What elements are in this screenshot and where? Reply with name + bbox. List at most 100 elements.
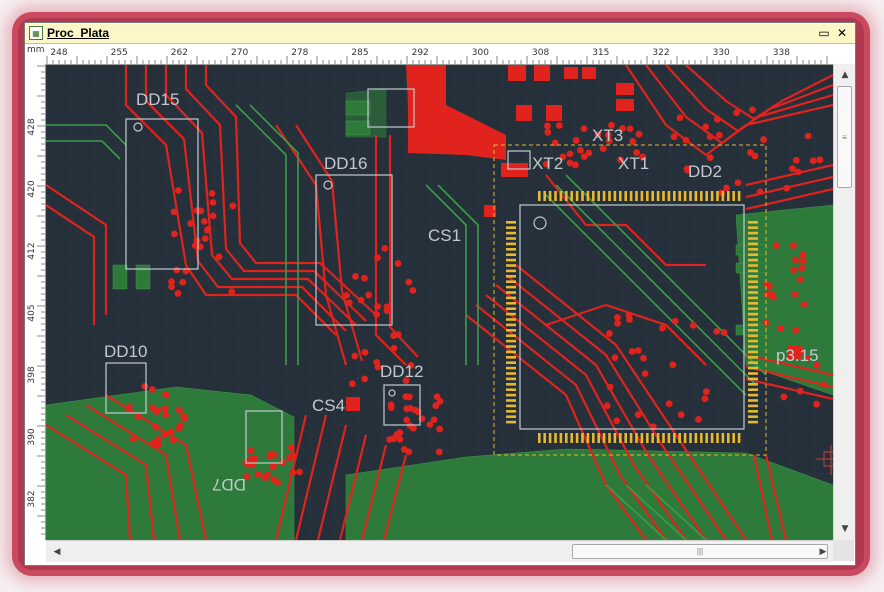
qfp-pad <box>748 323 758 327</box>
vertical-scroll-thumb[interactable]: ≡ <box>837 86 852 188</box>
qfp-pad <box>710 191 714 201</box>
ruler-left-label: 390 <box>27 428 37 445</box>
via <box>760 136 768 143</box>
qfp-pad <box>506 312 516 316</box>
qfp-pad <box>506 237 516 240</box>
via <box>625 311 633 319</box>
via <box>394 260 402 267</box>
pcb-canvas[interactable]: DD15 DD16 DD2 DD10 DD12 CS1 CS4 XT3 XT2 … <box>46 65 833 540</box>
via <box>606 330 613 337</box>
scroll-right-button[interactable]: ▶ <box>816 545 830 559</box>
via <box>365 291 373 299</box>
via <box>789 165 796 173</box>
qfp-pad <box>635 433 638 443</box>
via <box>289 469 297 477</box>
via <box>228 288 236 296</box>
qfp-pad <box>727 433 730 443</box>
qfp-pad <box>575 191 579 201</box>
qfp-pad <box>629 191 633 201</box>
qfp-pad <box>646 191 649 201</box>
via <box>279 458 287 466</box>
horizontal-scrollbar[interactable]: ◀ ||| ▶ <box>46 540 833 562</box>
qfp-pad <box>694 191 698 201</box>
scroll-up-button[interactable]: ▲ <box>838 68 852 82</box>
via <box>396 429 404 437</box>
via <box>665 400 673 408</box>
horizontal-scroll-thumb[interactable]: ||| <box>572 544 828 559</box>
qfp-pad <box>619 191 622 201</box>
ruler-left-label: 412 <box>27 242 37 259</box>
via <box>208 190 216 197</box>
qfp-pad <box>538 191 541 201</box>
via <box>396 435 404 443</box>
via <box>171 230 178 238</box>
via <box>170 208 178 216</box>
qfp-pad <box>689 433 692 443</box>
qfp-pad <box>619 433 622 443</box>
restore-button[interactable]: ▭ <box>817 26 831 40</box>
via <box>152 408 160 416</box>
via <box>606 383 614 391</box>
via <box>766 282 773 290</box>
via <box>405 448 413 456</box>
qfp-pad <box>727 191 730 201</box>
qfp-pad <box>748 275 758 278</box>
qfp-pad <box>748 415 758 418</box>
label-cs1: CS1 <box>428 226 461 245</box>
via <box>433 393 441 401</box>
left-ruler-ticks: 428 420 412 405 398 390 382 <box>27 65 45 535</box>
via <box>269 463 276 471</box>
qfp-pad <box>624 191 627 201</box>
title-bar[interactable]: ▦ Proc_Plata ▭ ✕ <box>25 23 855 44</box>
via <box>169 436 177 444</box>
qfp-pad <box>570 191 573 201</box>
via <box>796 387 804 395</box>
via <box>352 272 359 280</box>
via <box>150 441 158 448</box>
via <box>286 454 293 462</box>
via <box>435 448 443 456</box>
via <box>701 395 709 403</box>
qfp-pad <box>694 433 698 443</box>
scroll-down-button[interactable]: ▼ <box>838 522 852 536</box>
via <box>409 287 417 294</box>
via <box>174 290 182 297</box>
qfp-pad <box>748 366 758 370</box>
label-cs4: CS4 <box>312 396 345 415</box>
qfp-pad <box>506 366 516 370</box>
qfp-pad <box>581 433 584 443</box>
ruler-top-label: 338 <box>773 48 790 58</box>
scroll-left-button[interactable]: ◀ <box>50 545 64 559</box>
close-button[interactable]: ✕ <box>835 26 849 40</box>
via <box>799 251 807 259</box>
qfp-pad <box>748 237 758 240</box>
via <box>162 411 170 419</box>
qfp-pad <box>748 393 758 397</box>
ruler-top-label: 322 <box>652 48 669 58</box>
top-ruler-ticks: 248 255 262 270 278 285 292 300 308 315 322 330 338 <box>46 48 828 64</box>
qfp-pad <box>748 361 758 364</box>
via <box>804 132 812 140</box>
via <box>361 274 368 282</box>
via <box>671 317 679 325</box>
qfp-pad <box>640 191 644 201</box>
ruler-left-label: 420 <box>27 180 37 197</box>
vertical-scrollbar[interactable]: ▲ ≡ ▼ <box>833 64 855 540</box>
qfp-pad <box>543 191 546 201</box>
via <box>640 354 647 362</box>
via <box>706 154 714 162</box>
via <box>670 133 678 141</box>
via <box>409 424 417 432</box>
via <box>634 411 642 419</box>
via <box>626 125 634 133</box>
qfp-pad <box>506 269 516 273</box>
label-xt2: XT2 <box>532 154 563 173</box>
via <box>160 431 168 439</box>
qfp-pad <box>737 433 741 443</box>
ruler-top-label: 255 <box>111 48 128 58</box>
via <box>669 361 677 369</box>
qfp-pad <box>667 191 671 201</box>
label-dd10: DD10 <box>104 342 147 361</box>
via <box>351 352 359 360</box>
via <box>733 109 740 117</box>
